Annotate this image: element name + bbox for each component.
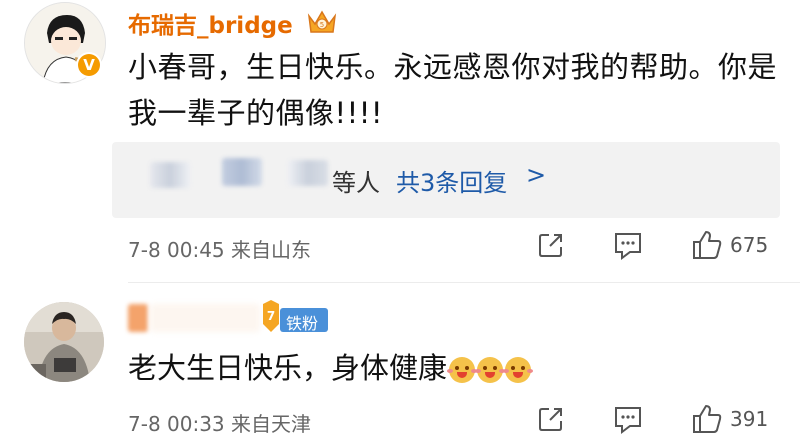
like-button[interactable]: 675 — [690, 228, 768, 262]
like-count: 675 — [730, 233, 769, 257]
reply-button[interactable] — [612, 230, 644, 260]
comment-text: 小春哥，生日快乐。永远感恩你对我的帮助。你是我一辈子的偶像!!!! — [128, 50, 778, 130]
fan-level-icon: 7 — [260, 300, 282, 332]
share-button[interactable] — [536, 230, 566, 260]
comment-text-body: 老大生日快乐，身体健康 — [128, 351, 448, 385]
comment-icon — [615, 407, 641, 434]
svg-text:5: 5 — [320, 21, 324, 29]
like-button[interactable]: 391 — [690, 402, 768, 436]
blushing-emoji-icon — [447, 357, 476, 383]
reply-button[interactable] — [612, 404, 644, 434]
blushing-emoji-icon — [475, 357, 504, 383]
comment-meta: 7-8 00:33 来自天津 — [128, 412, 312, 436]
thumbs-up-icon — [693, 231, 722, 259]
comment-username[interactable]: 布瑞吉_bridge — [128, 6, 293, 40]
svg-text:7: 7 — [267, 309, 275, 323]
thumbs-up-icon — [693, 405, 722, 433]
comment-meta: 7-8 00:45 来自山东 — [128, 238, 312, 262]
comment-icon — [615, 233, 641, 260]
blushing-emoji-icon — [503, 357, 532, 383]
share-button[interactable] — [536, 404, 566, 434]
redacted-avatar — [150, 162, 190, 188]
comment-divider — [128, 282, 800, 283]
avatar[interactable] — [24, 302, 104, 382]
chevron-right-icon[interactable]: > — [526, 161, 546, 189]
like-count: 391 — [730, 407, 769, 431]
redacted-avatar — [288, 160, 328, 186]
share-icon — [539, 408, 562, 431]
reply-count-link[interactable]: 共3条回复 — [396, 163, 507, 198]
comment-text: 老大生日快乐，身体健康 — [128, 348, 532, 388]
redacted-username — [128, 304, 148, 332]
reply-suffix: 等人 — [332, 169, 380, 197]
redacted-username — [150, 304, 260, 332]
verified-badge-icon: V — [76, 52, 102, 78]
fan-badge-label: 铁粉 — [286, 314, 319, 333]
avatar-photo — [24, 302, 104, 382]
share-icon — [539, 234, 562, 257]
vip-crown-icon: 5 — [305, 6, 339, 36]
redacted-avatar — [222, 158, 262, 186]
